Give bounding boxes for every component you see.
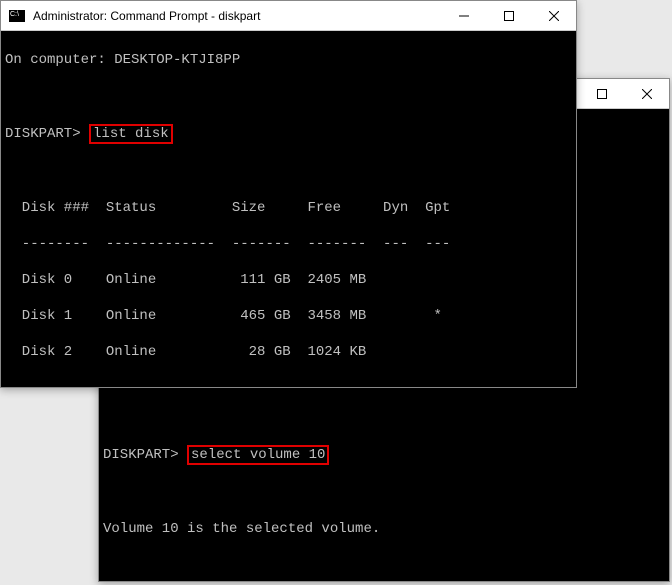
titlebar-front[interactable]: Administrator: Command Prompt - diskpart: [1, 1, 576, 31]
maximize-button[interactable]: [486, 1, 531, 30]
disk-row: Disk 1 Online 465 GB 3458 MB *: [5, 307, 572, 325]
close-button[interactable]: [531, 1, 576, 30]
diskpart-prompt: DISKPART>: [5, 126, 89, 142]
cmd-window-front: Administrator: Command Prompt - diskpart…: [0, 0, 577, 388]
output-line: Volume 10 is the selected volume.: [103, 520, 665, 538]
window-title-front: Administrator: Command Prompt - diskpart: [31, 9, 441, 23]
disk-table-header: Disk ### Status Size Free Dyn Gpt: [5, 199, 572, 217]
diskpart-prompt: DISKPART>: [103, 447, 187, 463]
cmd-list-disk: list disk: [89, 124, 173, 144]
disk-row: Disk 0 Online 111 GB 2405 MB: [5, 271, 572, 289]
cmd-select-volume: select volume 10: [187, 445, 329, 465]
cmd-icon: [9, 10, 25, 22]
maximize-button[interactable]: [579, 79, 624, 108]
close-button[interactable]: [624, 79, 669, 108]
window-controls-front: [441, 1, 576, 30]
minimize-button[interactable]: [441, 1, 486, 30]
disk-table-divider: -------- ------------- ------- ------- -…: [5, 235, 572, 253]
output-line: On computer: DESKTOP-KTJI8PP: [5, 51, 572, 69]
terminal-front[interactable]: On computer: DESKTOP-KTJI8PP DISKPART> l…: [1, 31, 576, 387]
disk-row: Disk 2 Online 28 GB 1024 KB: [5, 343, 572, 361]
